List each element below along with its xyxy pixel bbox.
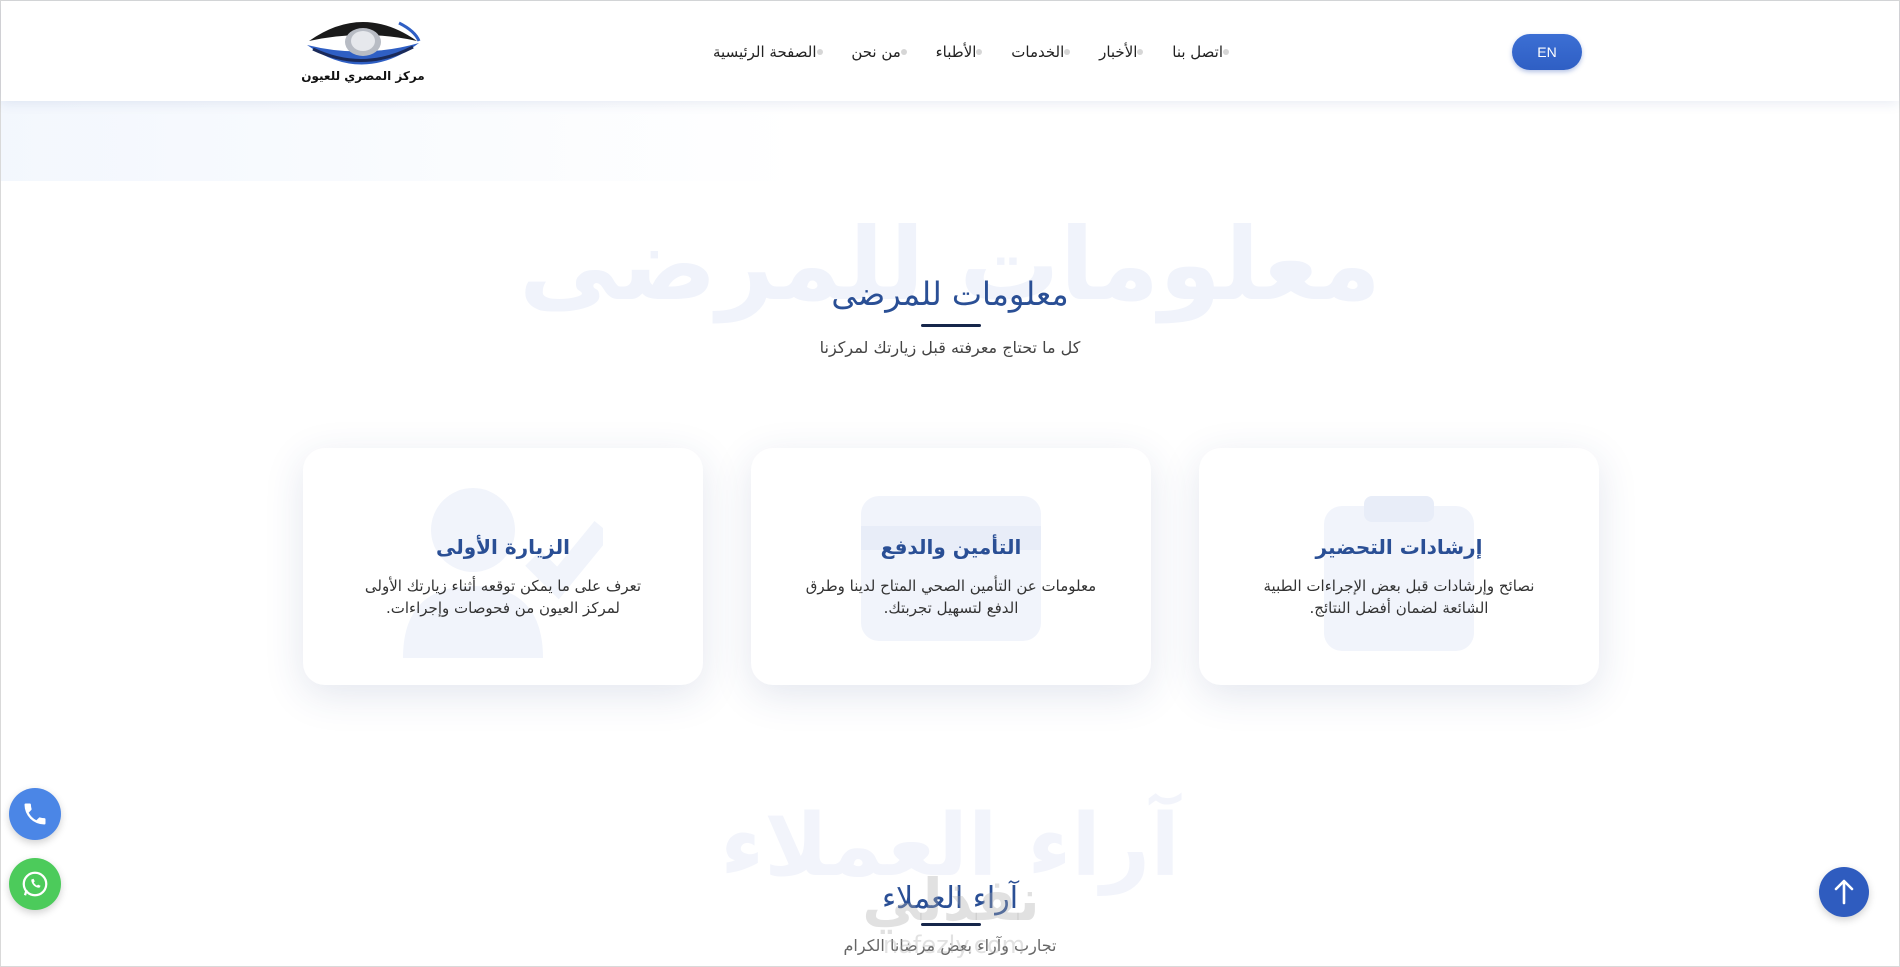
nav-label: الأطباء <box>935 43 977 61</box>
overlay-watermark-logo: نفذلي <box>862 866 1040 934</box>
decorative-band <box>1 101 801 181</box>
whatsapp-icon <box>22 871 48 897</box>
nav-doctors[interactable]: الأطباء <box>936 39 987 65</box>
clipboard-icon <box>1324 496 1474 651</box>
nav-about[interactable]: من نحن <box>851 39 911 65</box>
nav-bullet-icon <box>1137 49 1144 55</box>
card-title: إرشادات التحضير <box>1315 535 1483 559</box>
main-nav: الصفحة الرئيسية من نحن الأطباء الخدمات ا… <box>713 39 1233 65</box>
title-underline <box>921 324 981 327</box>
eye-logo-icon <box>307 21 421 65</box>
nav-label: الصفحة الرئيسية <box>713 43 817 61</box>
nav-bullet-icon <box>1223 49 1229 55</box>
nav-bullet-icon <box>976 49 983 55</box>
nav-label: اتصل بنا <box>1172 43 1223 61</box>
arrow-up-icon <box>1834 879 1854 905</box>
call-button[interactable] <box>9 788 61 840</box>
card-text: معلومات عن التأمين الصحي المتاح لدينا وط… <box>805 577 1097 617</box>
nav-contact[interactable]: اتصل بنا <box>1172 39 1233 65</box>
card-title: التأمين والدفع <box>880 535 1022 559</box>
language-toggle-button[interactable]: EN <box>1512 34 1582 70</box>
nav-bullet-icon <box>1064 49 1071 55</box>
nav-services[interactable]: الخدمات <box>1011 39 1074 65</box>
section-subtitle: كل ما تحتاج معرفته قبل زيارتك لمركزنا <box>819 338 1081 357</box>
nav-bullet-icon <box>900 49 907 55</box>
card-text: نصائح وإرشادات قبل بعض الإجراءات الطبية … <box>1263 577 1535 617</box>
scroll-to-top-button[interactable] <box>1819 867 1869 917</box>
section-title: معلومات للمرضى <box>831 275 1069 313</box>
site-logo[interactable]: مركز المصري للعيون <box>301 15 425 87</box>
nav-label: الأخبار <box>1099 43 1138 61</box>
nav-news[interactable]: الأخبار <box>1099 39 1147 65</box>
user-check-icon <box>403 488 603 658</box>
nav-label: الخدمات <box>1011 43 1065 61</box>
card-text: تعرف على ما يمكن توقعه أثناء زيارتك الأو… <box>364 577 642 617</box>
overlay-watermark-url: nafezly.com <box>882 931 1026 959</box>
nav-bullet-icon <box>816 49 823 55</box>
nav-home[interactable]: الصفحة الرئيسية <box>713 39 827 65</box>
credit-card-icon <box>861 496 1041 641</box>
nav-label: من نحن <box>851 43 901 61</box>
info-card-preparation[interactable]: إرشادات التحضير نصائح وإرشادات قبل بعض ا… <box>1199 448 1599 685</box>
phone-icon <box>24 803 46 825</box>
whatsapp-button[interactable] <box>9 858 61 910</box>
info-card-insurance[interactable]: التأمين والدفع معلومات عن التأمين الصحي … <box>751 448 1151 685</box>
site-header: مركز المصري للعيون الصفحة الرئيسية من نح… <box>1 1 1899 101</box>
info-card-first-visit[interactable]: الزيارة الأولى تعرف على ما يمكن توقعه أث… <box>303 448 703 685</box>
logo-text: مركز المصري للعيون <box>301 69 425 83</box>
card-title: الزيارة الأولى <box>435 535 571 559</box>
